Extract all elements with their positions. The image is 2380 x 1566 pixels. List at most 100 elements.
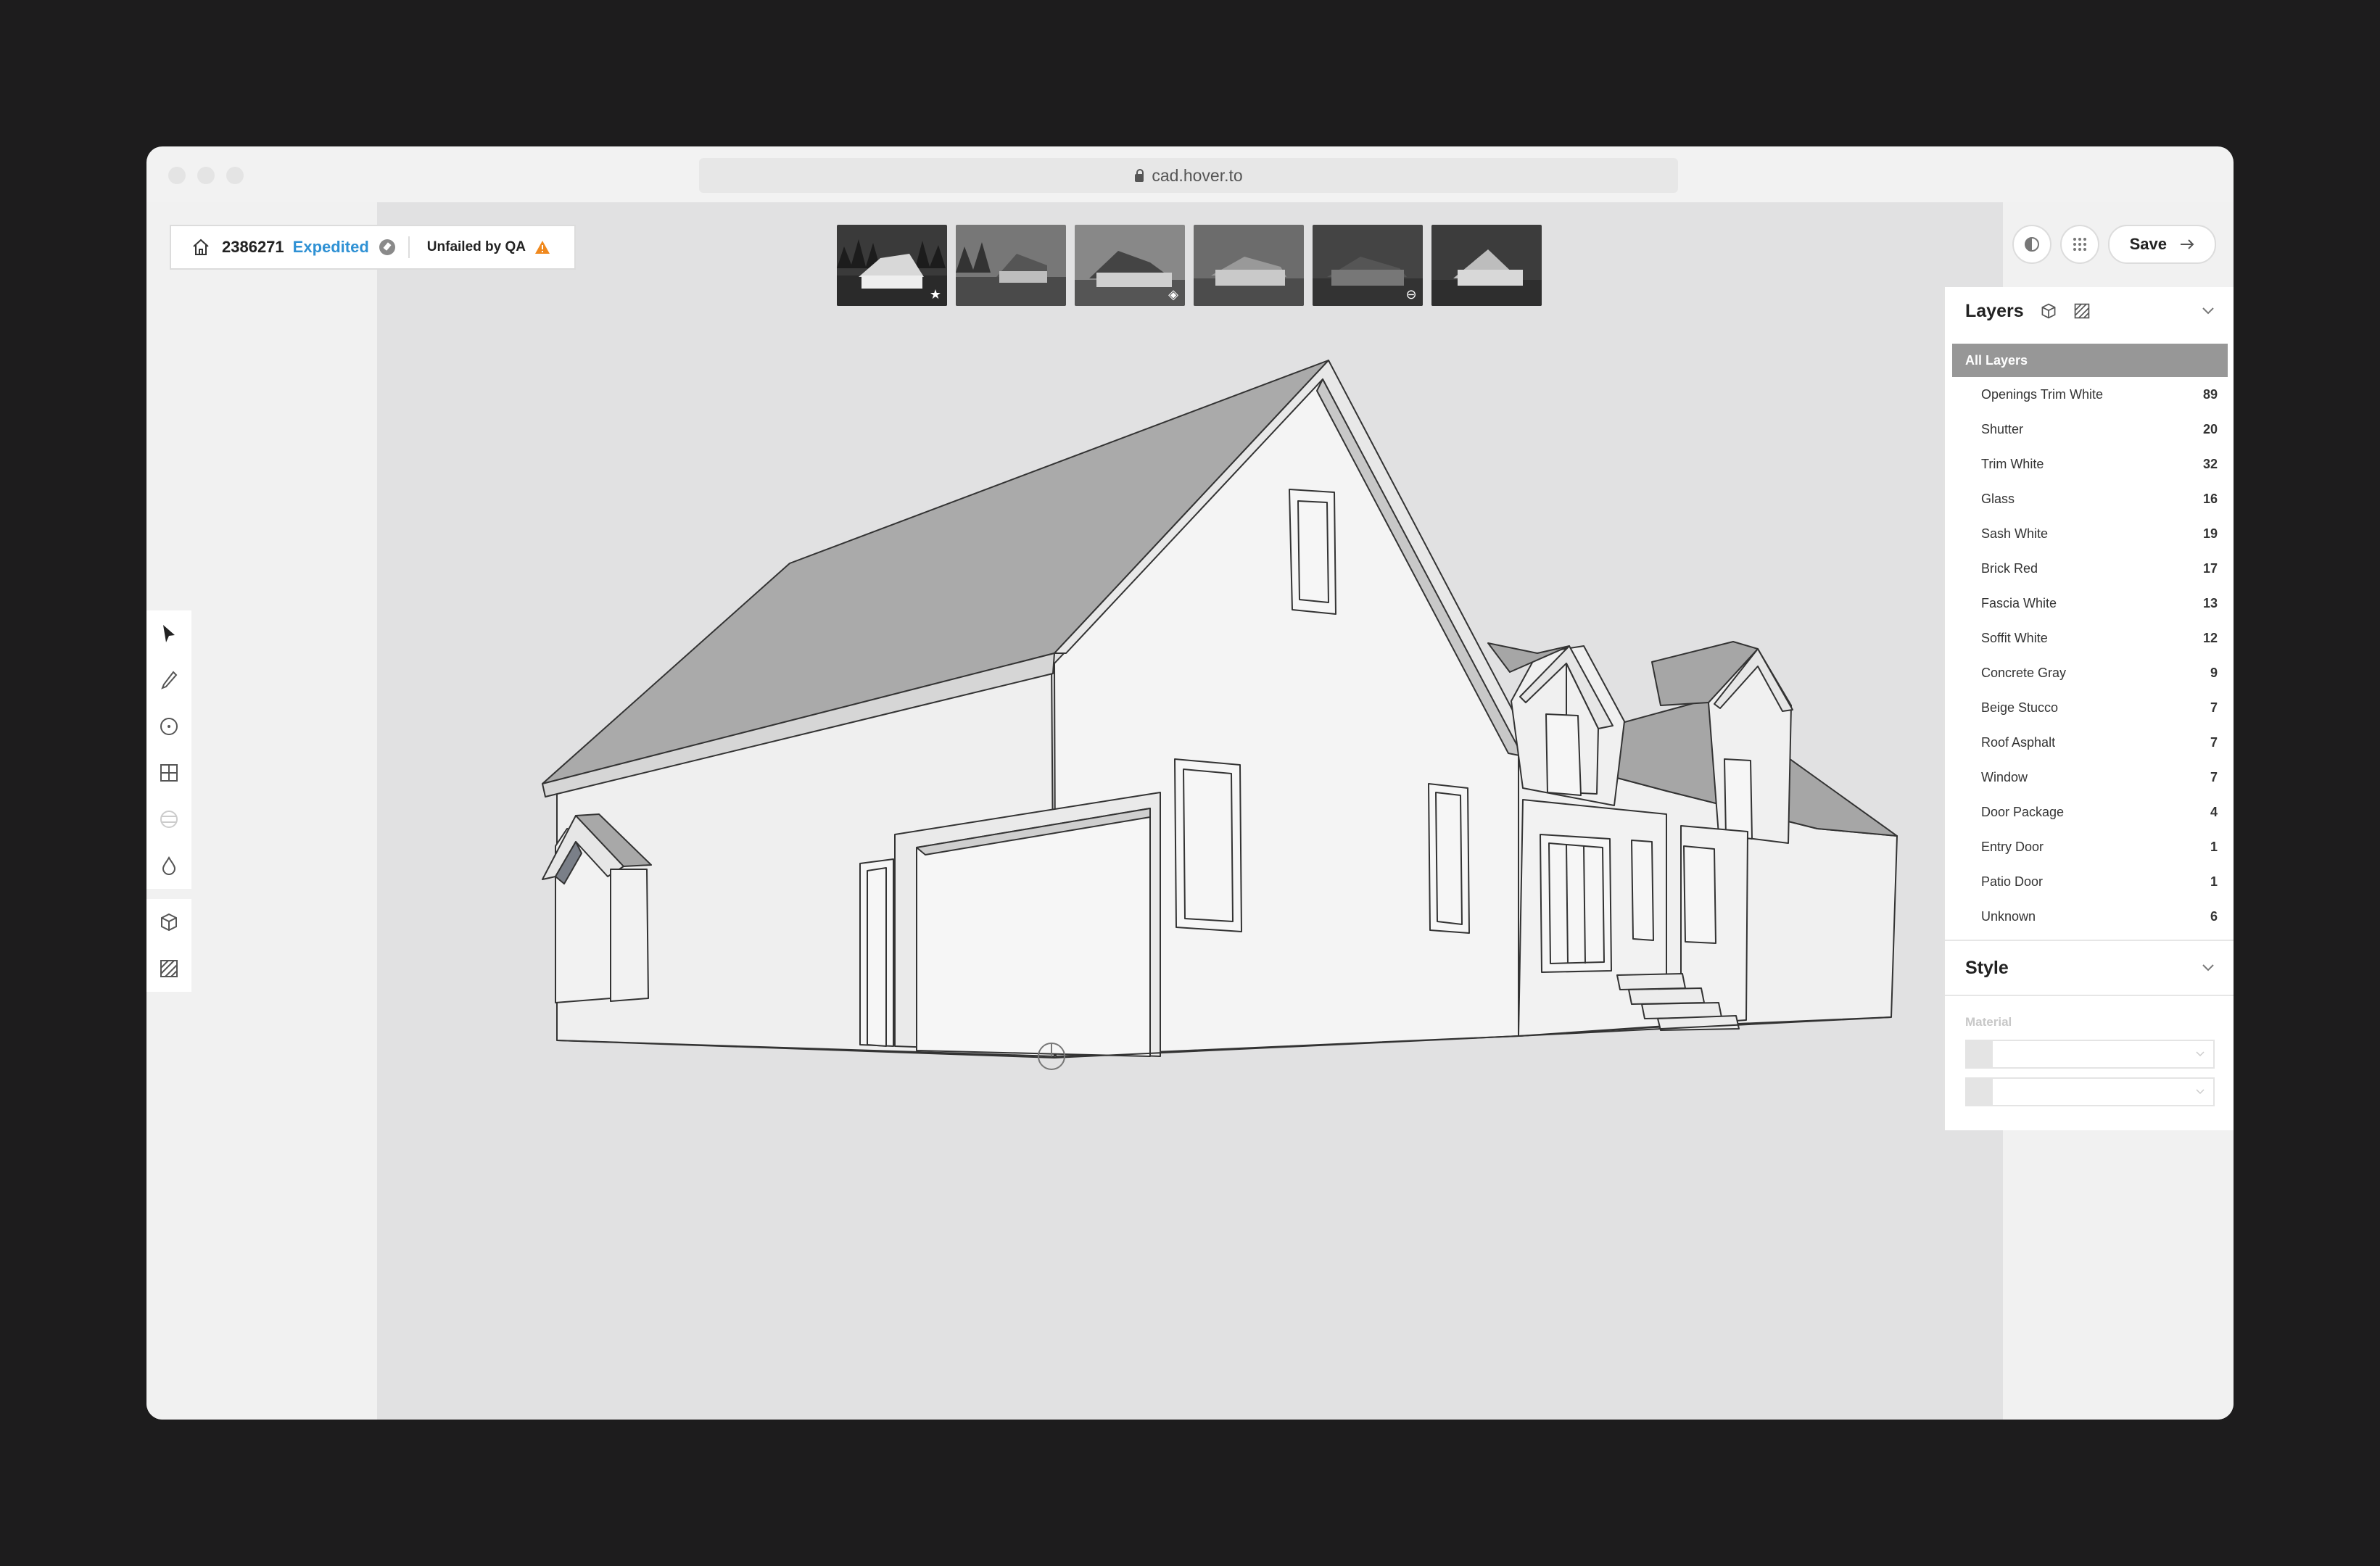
- layer-item[interactable]: Fascia White 13: [1945, 586, 2234, 621]
- select-tool[interactable]: [146, 610, 191, 657]
- layer-list: Openings Trim White 89 Shutter 20 Trim White…: [1945, 377, 2234, 934]
- all-layers-item[interactable]: All Layers: [1952, 344, 2228, 377]
- layer-item[interactable]: Beige Stucco 7: [1945, 690, 2234, 725]
- style-header[interactable]: Style: [1945, 940, 2234, 995]
- 3d-canvas[interactable]: [377, 202, 2003, 1420]
- chevron-down-icon: [2196, 1051, 2205, 1057]
- material-select[interactable]: [1965, 1077, 2215, 1106]
- layer-name: Patio Door: [1981, 874, 2044, 889]
- layer-item[interactable]: Window 7: [1945, 760, 2234, 795]
- paint-tool[interactable]: [146, 842, 191, 889]
- layer-item[interactable]: Sash White 19: [1945, 516, 2234, 551]
- save-label: Save: [2129, 235, 2167, 253]
- layers-icon: ◈: [1168, 287, 1178, 302]
- layer-count: 1: [2210, 874, 2218, 889]
- close-window-button[interactable]: [168, 167, 186, 184]
- layer-item[interactable]: Soffit White 12: [1945, 621, 2234, 655]
- layer-count: 19: [2202, 526, 2218, 541]
- layer-count: 89: [2202, 386, 2218, 402]
- layer-item[interactable]: Entry Door 1: [1945, 829, 2234, 864]
- photo-thumbnail[interactable]: [1431, 225, 1542, 306]
- style-body: Material: [1945, 995, 2234, 1106]
- layer-item[interactable]: Concrete Gray 9: [1945, 655, 2234, 690]
- window-grid-icon: [160, 764, 178, 782]
- photo-strip: ★ ◈ ⊖: [837, 225, 1542, 306]
- cursor-icon: [163, 625, 175, 642]
- layer-name: Trim White: [1981, 456, 2044, 471]
- pencil-icon: [161, 671, 178, 689]
- apps-grid-button[interactable]: [2059, 225, 2099, 264]
- maximize-window-button[interactable]: [226, 167, 244, 184]
- chevron-down-icon: [2196, 1089, 2205, 1095]
- layer-item[interactable]: Patio Door 1: [1945, 864, 2234, 899]
- layer-count: 6: [2210, 908, 2218, 924]
- cube-icon[interactable]: [2040, 302, 2057, 320]
- layer-item[interactable]: Brick Red 17: [1945, 551, 2234, 586]
- layer-count: 13: [2202, 595, 2218, 610]
- layer-item[interactable]: Trim White 32: [1945, 447, 2234, 481]
- layer-item[interactable]: Glass 16: [1945, 481, 2234, 516]
- address-bar[interactable]: cad.hover.to: [699, 158, 1678, 193]
- browser-window: cad.hover.to 2386271 Expedited Unfailed …: [146, 146, 2234, 1420]
- style-title: Style: [1965, 957, 2009, 978]
- layers-header[interactable]: Layers: [1945, 287, 2234, 335]
- layer-count: 1: [2210, 839, 2218, 854]
- layer-name: Shutter: [1981, 421, 2024, 436]
- minus-icon: ⊖: [1405, 287, 1417, 302]
- draw-tool[interactable]: [146, 657, 191, 703]
- chevron-down-icon[interactable]: [2202, 964, 2215, 972]
- 3d-view-tool[interactable]: [146, 899, 191, 945]
- material-label: Material: [1965, 1015, 2012, 1029]
- photo-thumbnail[interactable]: ◈: [1075, 225, 1185, 306]
- layer-count: 32: [2202, 456, 2218, 471]
- save-button[interactable]: Save: [2107, 225, 2216, 264]
- layer-count: 4: [2210, 804, 2218, 819]
- qa-status: Unfailed by QA: [426, 239, 526, 254]
- layer-name: Beige Stucco: [1981, 700, 2059, 715]
- layer-item[interactable]: Roof Asphalt 7: [1945, 725, 2234, 760]
- layer-count: 17: [2202, 560, 2218, 576]
- layer-item[interactable]: Openings Trim White 89: [1945, 377, 2234, 412]
- layer-name: Concrete Gray: [1981, 665, 2067, 680]
- minimize-window-button[interactable]: [197, 167, 215, 184]
- grid-icon: [2073, 238, 2086, 251]
- house-model[interactable]: [377, 202, 2003, 1420]
- layer-item[interactable]: Shutter 20: [1945, 412, 2234, 447]
- pattern-tool[interactable]: [146, 796, 191, 842]
- star-icon: ★: [929, 287, 942, 302]
- contrast-button[interactable]: [2012, 225, 2051, 264]
- circle-tool[interactable]: [146, 703, 191, 750]
- layer-name: Window: [1981, 769, 2028, 784]
- view-tools: [146, 899, 191, 992]
- material-swatch: [1967, 1041, 1993, 1067]
- photo-thumbnail[interactable]: [956, 225, 1066, 306]
- job-info-bar: 2386271 Expedited Unfailed by QA: [170, 225, 576, 270]
- photo-thumbnail[interactable]: ⊖: [1313, 225, 1423, 306]
- layer-name: Soffit White: [1981, 630, 2048, 645]
- photo-thumbnail[interactable]: [1194, 225, 1304, 306]
- url-text: cad.hover.to: [1152, 165, 1243, 185]
- tool-palette: [146, 610, 191, 992]
- layer-item[interactable]: Door Package 4: [1945, 795, 2234, 829]
- home-icon[interactable]: [191, 238, 210, 257]
- photo-thumbnail[interactable]: ★: [837, 225, 947, 306]
- lock-icon: [1134, 169, 1144, 182]
- layer-name: Door Package: [1981, 804, 2065, 819]
- drawing-tools: [146, 610, 191, 889]
- chevron-down-icon[interactable]: [2202, 307, 2215, 315]
- hatch-icon[interactable]: [2073, 302, 2091, 320]
- target-icon: [160, 718, 178, 735]
- texture-view-tool[interactable]: [146, 945, 191, 992]
- job-id: 2386271: [222, 238, 284, 256]
- layer-name: Fascia White: [1981, 595, 2057, 610]
- layer-item[interactable]: Unknown 6: [1945, 899, 2234, 934]
- arrow-right-icon: [2181, 239, 2194, 249]
- material-swatch: [1967, 1079, 1993, 1105]
- material-select[interactable]: [1965, 1040, 2215, 1069]
- grid-tool[interactable]: [146, 750, 191, 796]
- layer-count: 20: [2202, 421, 2218, 436]
- layer-name: Brick Red: [1981, 560, 2038, 576]
- compass-icon[interactable]: [379, 239, 395, 255]
- layer-count: 7: [2210, 769, 2218, 784]
- contrast-icon: [2024, 237, 2039, 252]
